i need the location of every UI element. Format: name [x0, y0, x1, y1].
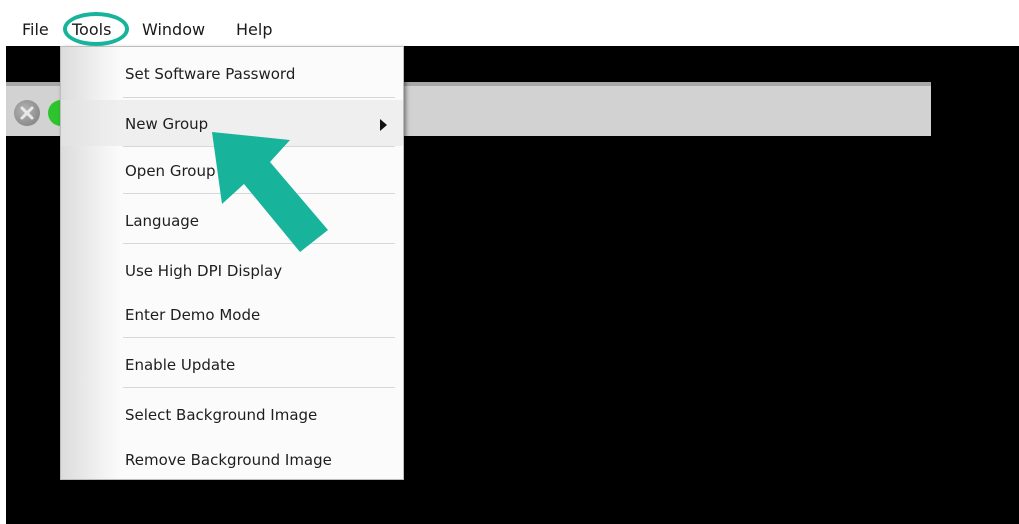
menu-file[interactable]: File [22, 20, 49, 39]
menu-item-enter-demo-mode[interactable]: Enter Demo Mode [61, 291, 403, 337]
menu-item-remove-background-image[interactable]: Remove Background Image [61, 436, 403, 482]
menu-bar: File Tools Window Help [0, 0, 1019, 46]
tools-dropdown-menu: Set Software Password New Group Open Gro… [60, 46, 404, 480]
menu-help[interactable]: Help [236, 20, 272, 39]
menu-separator [123, 387, 395, 388]
menu-item-label: Set Software Password [125, 65, 296, 83]
menu-separator [123, 97, 395, 98]
menu-item-label: Select Background Image [125, 406, 318, 424]
menu-separator [123, 337, 395, 338]
menu-item-label: Remove Background Image [125, 451, 332, 469]
menu-item-label: New Group [125, 115, 209, 133]
menu-item-set-software-password[interactable]: Set Software Password [61, 50, 403, 96]
tools-highlight-circle [63, 12, 129, 46]
menu-window[interactable]: Window [142, 20, 205, 39]
submenu-arrow-icon [380, 119, 387, 131]
menu-item-enable-update[interactable]: Enable Update [61, 341, 403, 387]
menu-item-label: Enter Demo Mode [125, 306, 261, 324]
menu-item-select-background-image[interactable]: Select Background Image [61, 391, 403, 437]
arrow-up-left-icon [212, 132, 328, 252]
close-device-icon[interactable] [14, 100, 40, 126]
menu-item-label: Use High DPI Display [125, 262, 283, 280]
menu-item-label: Enable Update [125, 356, 236, 374]
menu-item-label: Language [125, 212, 200, 230]
